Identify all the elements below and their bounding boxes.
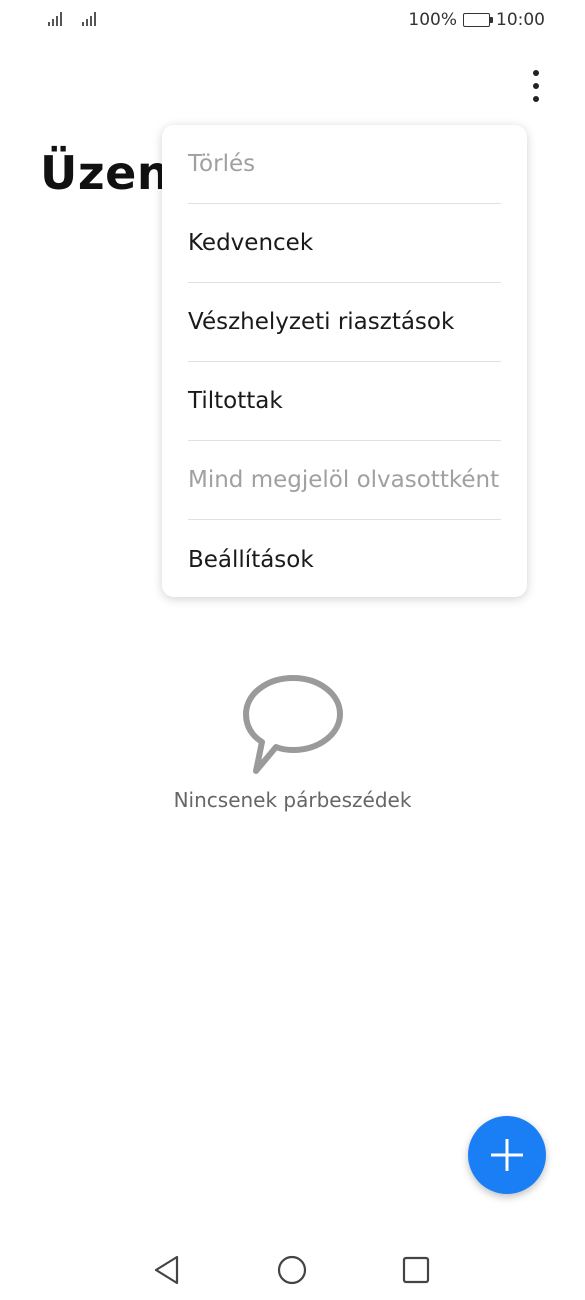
empty-state-text: Nincsenek párbeszédek xyxy=(173,788,412,812)
new-message-button[interactable] xyxy=(468,1116,546,1194)
signal-icon xyxy=(48,12,62,26)
home-circle-icon[interactable] xyxy=(272,1250,312,1290)
overflow-menu: Törlés Kedvencek Vészhelyzeti riasztások… xyxy=(162,125,527,597)
speech-bubble-icon xyxy=(243,675,343,774)
messages-screen: 100% 10:00 Üzene Törlés Kedvencek Vészhe… xyxy=(0,0,585,1300)
battery-percent: 100% xyxy=(408,10,457,30)
menu-item-emergency-alerts[interactable]: Vészhelyzeti riasztások xyxy=(188,283,501,362)
status-bar: 100% 10:00 xyxy=(0,0,585,40)
menu-item-settings[interactable]: Beállítások xyxy=(188,520,501,599)
menu-item-favorites[interactable]: Kedvencek xyxy=(188,204,501,283)
menu-item-delete[interactable]: Törlés xyxy=(188,125,501,204)
navigation-bar xyxy=(0,1230,585,1300)
menu-item-mark-all-read[interactable]: Mind megjelöl olvasottként xyxy=(188,441,501,520)
menu-item-blocked[interactable]: Tiltottak xyxy=(188,362,501,441)
battery-icon xyxy=(463,13,493,27)
signal-icon xyxy=(82,12,96,26)
status-right: 100% 10:00 xyxy=(408,10,545,30)
more-options-icon[interactable] xyxy=(520,66,552,106)
recent-square-icon[interactable] xyxy=(396,1250,436,1290)
clock: 10:00 xyxy=(496,10,545,30)
back-triangle-icon[interactable] xyxy=(148,1250,188,1290)
